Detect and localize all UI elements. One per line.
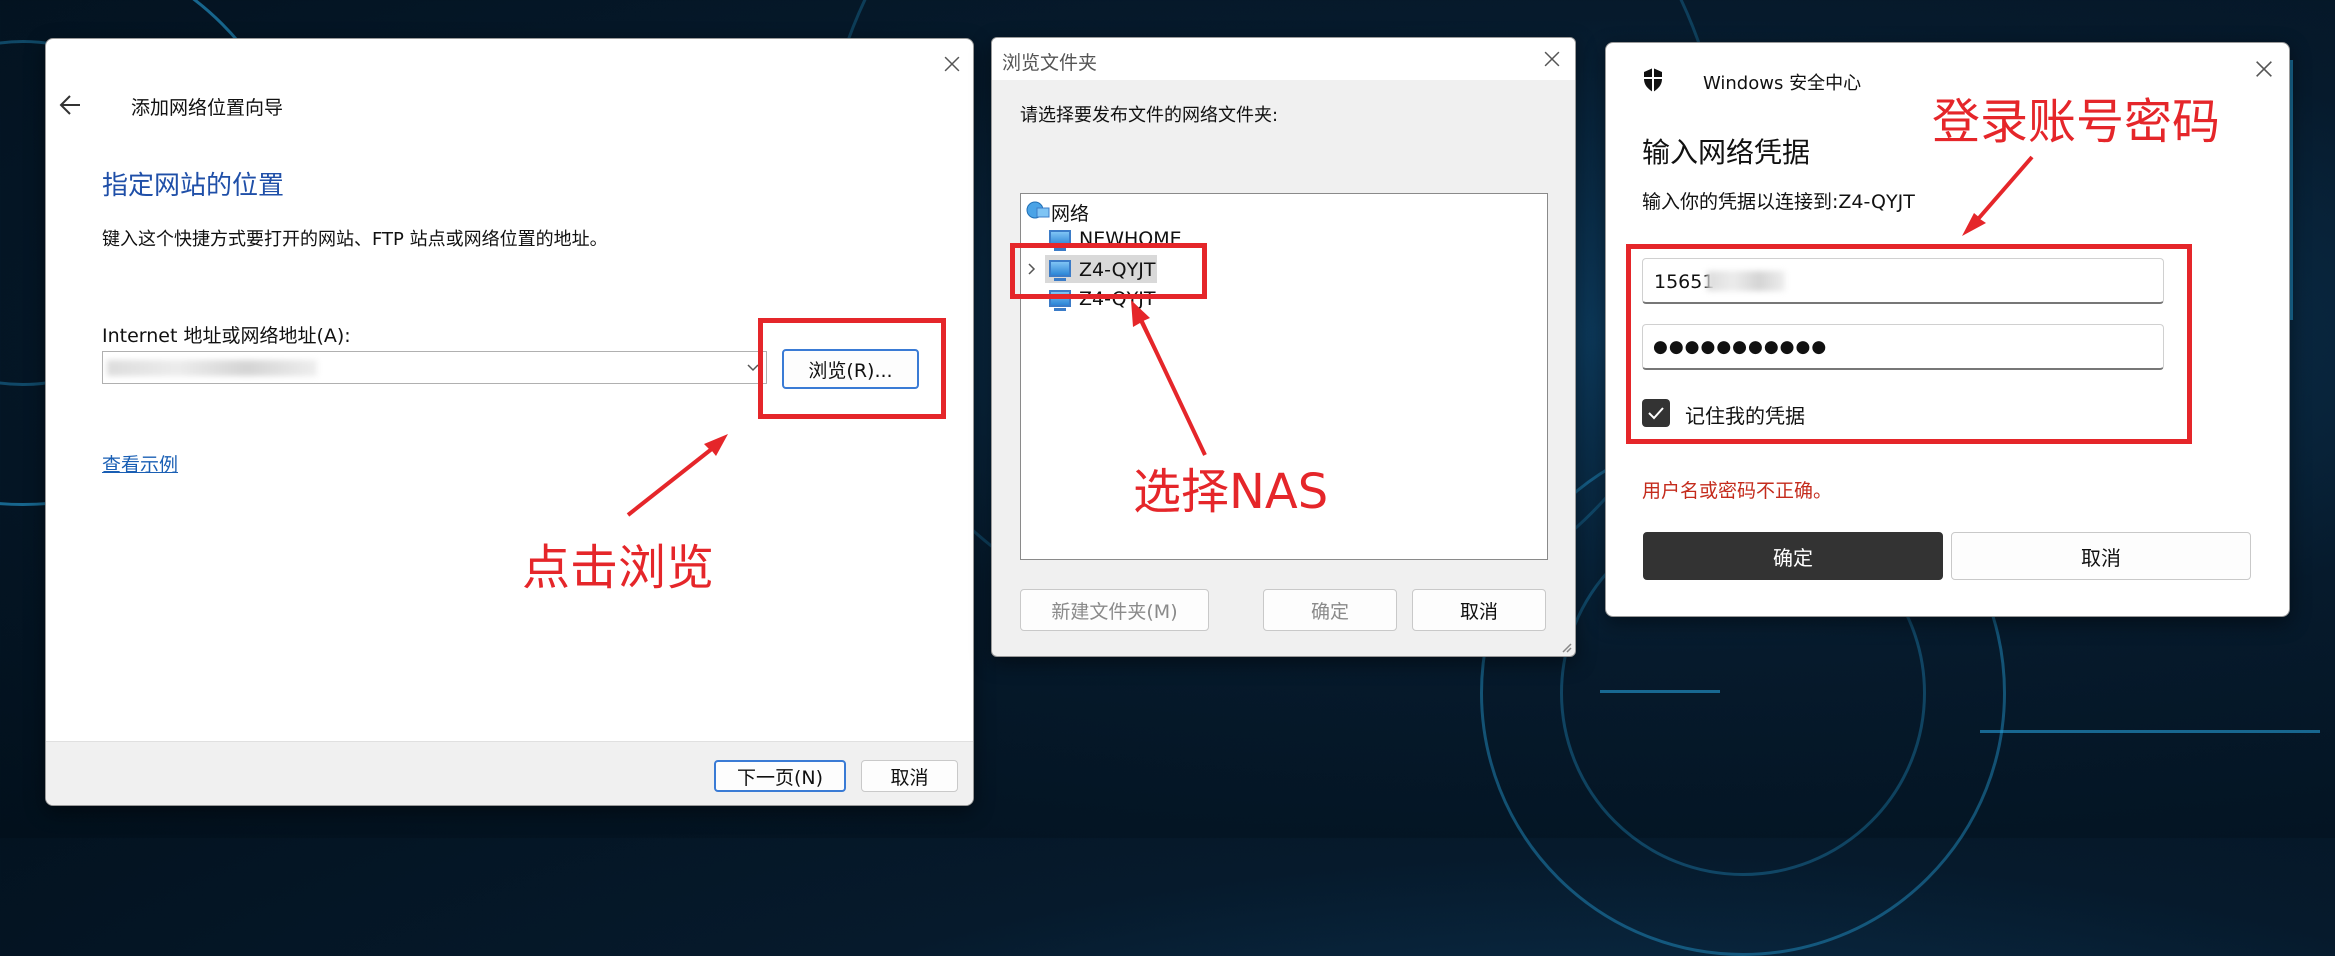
annotation-login: 登录账号密码 (1932, 94, 2221, 150)
annotation-select-nas: 选择NAS (1133, 464, 1329, 520)
annotation-click-browse: 点击浏览 (522, 540, 715, 596)
